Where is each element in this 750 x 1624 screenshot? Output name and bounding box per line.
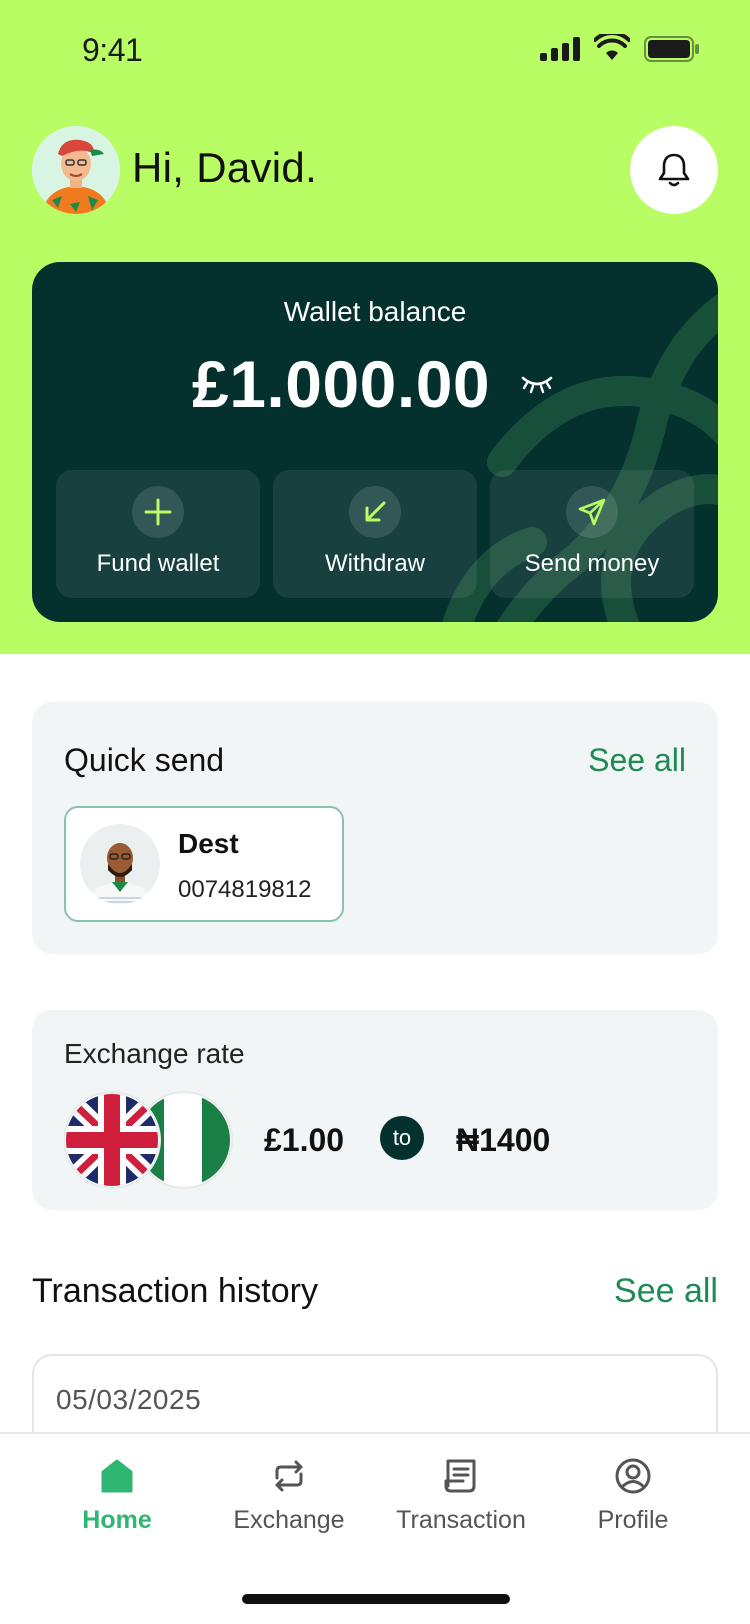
exchange-rate-section: Exchange rate £1.00 to ₦1400 — [32, 1010, 718, 1210]
send-money-button[interactable]: Send money — [490, 470, 694, 598]
send-icon — [566, 486, 618, 538]
status-time: 9:41 — [82, 32, 143, 68]
greeting-text: Hi, David. — [132, 144, 318, 191]
arrow-down-left-icon — [349, 486, 401, 538]
quick-send-section: Quick send See all Dest 0074819812 — [32, 702, 718, 954]
send-money-label: Send money — [524, 550, 660, 577]
wallet-actions: Fund wallet Withdraw Send money — [56, 470, 694, 598]
withdraw-label: Withdraw — [324, 550, 426, 577]
exchange-rate-title: Exchange rate — [64, 1038, 245, 1069]
eye-closed-icon[interactable] — [520, 374, 554, 396]
wallet-balance-amount: £1.000.00 — [192, 347, 491, 421]
exchange-icon — [275, 1460, 303, 1492]
transaction-history-see-all-link[interactable]: See all — [614, 1272, 718, 1311]
status-bar: 9:41 — [0, 0, 750, 100]
signal-icon — [540, 37, 580, 61]
exchange-from-amount: £1.00 — [264, 1122, 345, 1158]
tab-transaction[interactable]: Transaction — [371, 1456, 551, 1546]
recipient-avatar-illustration — [80, 824, 160, 904]
recipient-account-number: 0074819812 — [178, 876, 312, 903]
wallet-balance-card: Wallet balance £1.000.00 Fund wallet Wit… — [32, 262, 718, 622]
plus-icon — [132, 486, 184, 538]
recipient-name: Dest — [178, 828, 239, 859]
exchange-to-badge: to — [380, 1116, 424, 1160]
recipient-card[interactable]: Dest 0074819812 — [64, 806, 344, 922]
tab-transaction-label: Transaction — [396, 1506, 526, 1534]
currency-flags — [63, 1090, 234, 1190]
notifications-button[interactable] — [630, 126, 718, 214]
exchange-to-amount: ₦1400 — [456, 1122, 551, 1158]
user-avatar[interactable] — [32, 126, 120, 214]
tab-home[interactable]: Home — [27, 1456, 207, 1546]
tab-exchange-label: Exchange — [233, 1506, 345, 1534]
battery-icon — [644, 36, 699, 62]
fund-wallet-label: Fund wallet — [96, 550, 220, 577]
transaction-date: 05/03/2025 — [56, 1384, 202, 1415]
profile-icon — [615, 1458, 651, 1494]
transaction-history-title: Transaction history — [32, 1272, 318, 1310]
flags-illustration — [63, 1091, 233, 1189]
wifi-icon — [594, 34, 630, 60]
withdraw-button[interactable]: Withdraw — [273, 470, 477, 598]
home-icon — [101, 1459, 133, 1493]
user-avatar-illustration — [32, 126, 120, 214]
receipt-icon — [444, 1459, 476, 1493]
home-header: Hi, David. — [32, 126, 718, 214]
home-indicator[interactable] — [242, 1594, 510, 1604]
quick-send-title: Quick send — [64, 742, 225, 778]
recipient-avatar — [80, 824, 160, 904]
tab-profile[interactable]: Profile — [543, 1456, 723, 1546]
tab-exchange[interactable]: Exchange — [199, 1456, 379, 1546]
uk-flag-icon — [63, 1091, 161, 1189]
tab-home-label: Home — [82, 1506, 152, 1534]
fund-wallet-button[interactable]: Fund wallet — [56, 470, 260, 598]
tab-profile-label: Profile — [597, 1506, 669, 1534]
quick-send-see-all-link[interactable]: See all — [588, 742, 686, 779]
wallet-balance-label: Wallet balance — [283, 296, 467, 327]
bell-icon — [658, 153, 690, 187]
